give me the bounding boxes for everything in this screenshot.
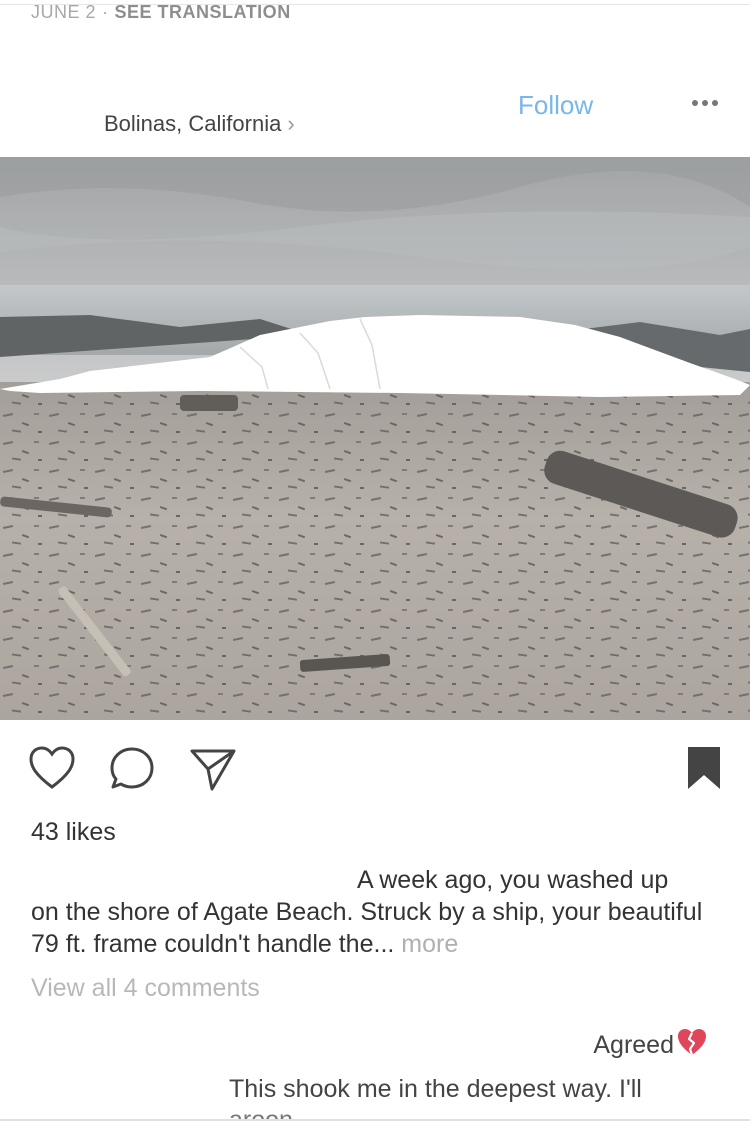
paper-plane-icon[interactable] <box>188 745 238 791</box>
post-caption: A week ago, you washed up on the shore o… <box>31 864 721 960</box>
post-header: Bolinas, California › Follow <box>0 60 750 157</box>
comment-text: Agreed <box>593 1031 674 1059</box>
follow-button[interactable]: Follow <box>518 90 593 121</box>
post-action-bar <box>0 745 750 795</box>
comment-overflow-text: aroon <box>229 1105 293 1119</box>
post-date: JUNE 2 <box>31 2 97 22</box>
likes-count[interactable]: 43 likes <box>31 818 116 847</box>
comment-bubble-icon[interactable] <box>108 745 156 791</box>
more-horizontal-icon[interactable] <box>690 96 720 110</box>
post-photo[interactable] <box>0 157 750 720</box>
caption-more-link[interactable]: more <box>401 930 458 958</box>
bottom-divider <box>0 1119 750 1121</box>
caption-first-line: A week ago, you washed up <box>357 866 669 894</box>
see-translation-link[interactable]: SEE TRANSLATION <box>115 2 291 22</box>
broken-heart-icon <box>678 1029 706 1056</box>
chevron-right-icon: › <box>287 111 295 136</box>
view-all-comments-link[interactable]: View all 4 comments <box>31 974 260 1003</box>
bookmark-filled-icon[interactable] <box>686 745 722 791</box>
location-label: Bolinas, California <box>104 111 282 136</box>
comment-text: This shook me in the deepest way. I'll <box>229 1075 642 1103</box>
location-link[interactable]: Bolinas, California › <box>104 111 295 137</box>
caption-text: on the shore of Agate Beach. Struck by a… <box>31 898 703 958</box>
heart-outline-icon[interactable] <box>28 745 76 791</box>
meta-separator: · <box>102 2 109 22</box>
previous-post-meta: JUNE 2 · SEE TRANSLATION <box>31 2 291 23</box>
comment-item: Agreed <box>593 1027 708 1060</box>
